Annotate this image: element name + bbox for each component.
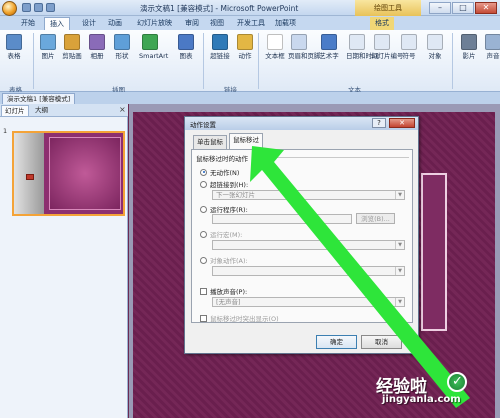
watermark-url: jingyanla.com [382, 394, 461, 405]
arrow-icon [250, 146, 470, 408]
check-icon: ✓ [447, 372, 467, 392]
annotation-arrow [250, 146, 470, 408]
